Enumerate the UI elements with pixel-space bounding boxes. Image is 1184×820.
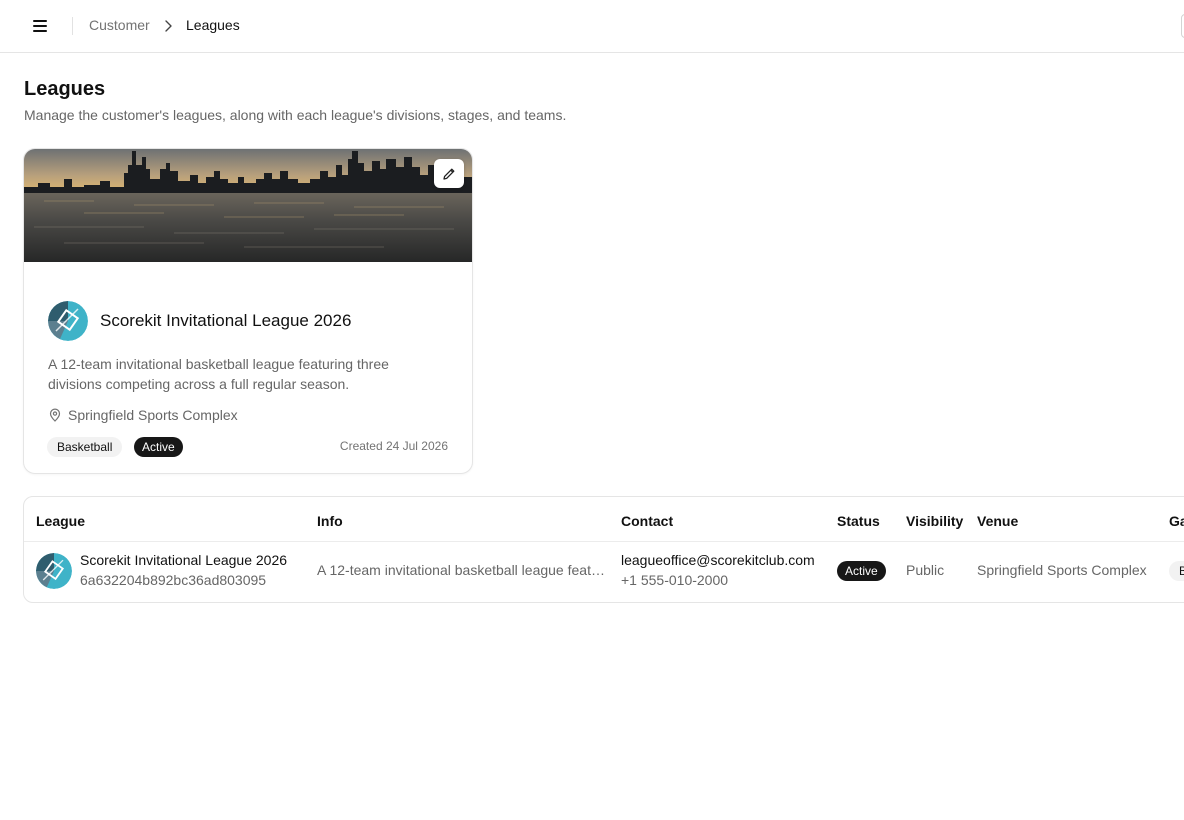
league-name[interactable]: Scorekit Invitational League 2026 [80, 552, 287, 568]
league-logo-icon [48, 301, 88, 341]
table-row[interactable]: Scorekit Invitational League 2026 6a6322… [24, 542, 1184, 602]
sport-badge: Basketball [1169, 561, 1184, 581]
breadcrumb-customer[interactable]: Customer [89, 17, 150, 33]
breadcrumb-leagues: Leagues [186, 17, 240, 33]
league-card-name: Scorekit Invitational League 2026 [100, 311, 352, 330]
edit-league-button[interactable] [434, 159, 464, 188]
league-logo-icon [36, 553, 72, 589]
menu-icon[interactable] [28, 14, 52, 38]
league-id: 6a632204b892bc36ad803095 [80, 572, 267, 588]
column-header-status[interactable]: Status [837, 513, 880, 529]
league-info: A 12-team invitational basketball league… [317, 562, 607, 578]
league-banner-image [24, 149, 472, 262]
leagues-table: League Info Contact Status Visibility Ve… [23, 496, 1184, 603]
column-header-visibility[interactable]: Visibility [906, 513, 963, 529]
created-date: Created 24 Jul 2026 [339, 439, 448, 453]
sport-badge: Basketball [47, 437, 123, 457]
column-header-contact[interactable]: Contact [621, 513, 673, 529]
league-card[interactable]: Scorekit Invitational League 2026 A 12-t… [23, 148, 473, 474]
status-badge: Active [837, 561, 886, 581]
column-header-league[interactable]: League [36, 513, 85, 529]
league-card-description: A 12-team invitational basketball league… [48, 356, 389, 392]
status-badge: Active [134, 437, 183, 457]
visibility-value: Public [906, 562, 945, 578]
venue-value: Springfield Sports Complex [977, 562, 1147, 578]
column-header-venue[interactable]: Venue [977, 513, 1018, 529]
top-bar: Customer Leagues [0, 0, 1184, 53]
league-card-venue: Springfield Sports Complex [68, 407, 238, 423]
contact-email: leagueoffice@scorekitclub.com [621, 552, 815, 568]
column-header-info[interactable]: Info [317, 513, 343, 529]
table-header: League Info Contact Status Visibility Ve… [24, 497, 1184, 542]
contact-phone: +1 555-010-2000 [621, 572, 729, 588]
column-header-game[interactable]: Ga [1169, 513, 1184, 529]
divider [72, 17, 73, 35]
map-pin-icon [49, 408, 61, 422]
page-title: Leagues [24, 78, 106, 100]
pencil-icon [443, 168, 455, 180]
chevron-right-icon [165, 20, 172, 32]
page-subtitle: Manage the customer's leagues, along wit… [24, 107, 567, 123]
